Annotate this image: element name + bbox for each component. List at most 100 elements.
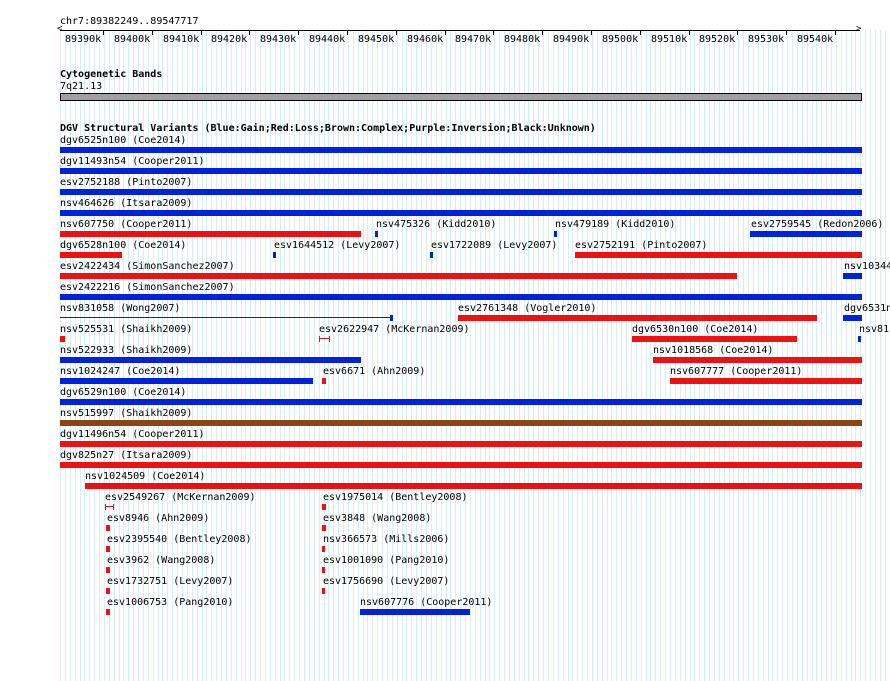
variant-bar-loss[interactable] <box>60 231 361 237</box>
grid-line <box>787 30 788 681</box>
variant-bar-loss[interactable] <box>322 525 326 531</box>
variant-label[interactable]: nsv525531 (Shaikh2009) <box>60 324 192 335</box>
variant-bar-loss[interactable] <box>106 567 110 573</box>
grid-line <box>641 30 642 681</box>
variant-bar-loss[interactable] <box>632 336 797 342</box>
variant-label[interactable]: dgv825n27 (Itsara2009) <box>60 450 192 461</box>
variant-label[interactable]: esv3848 (Wang2008) <box>323 513 431 524</box>
variant-bar-loss[interactable] <box>60 336 65 342</box>
ruler-tick-label: 89390k <box>65 34 102 45</box>
variant-label[interactable]: nsv81 <box>859 324 889 335</box>
variant-label[interactable]: nsv1024247 (Coe2014) <box>60 366 180 377</box>
variant-bar-gain[interactable] <box>60 378 313 384</box>
variant-bar-loss[interactable] <box>322 504 326 510</box>
variant-label[interactable]: esv2622947 (McKernan2009) <box>319 324 470 335</box>
variant-label[interactable]: nsv1018568 (Coe2014) <box>653 345 773 356</box>
variant-bar-gain[interactable] <box>60 399 862 405</box>
grid-line <box>636 30 637 681</box>
variant-bar-gain[interactable] <box>750 231 862 237</box>
variant-bar-gain[interactable] <box>843 315 862 321</box>
variant-label[interactable]: dgv6530n100 (Coe2014) <box>632 324 758 335</box>
variant-bar-loss[interactable] <box>575 252 862 258</box>
variant-label[interactable]: esv2752188 (Pinto2007) <box>60 177 192 188</box>
variant-bar-loss[interactable] <box>458 315 817 321</box>
variant-label[interactable]: esv1975014 (Bentley2008) <box>323 492 468 503</box>
variant-bar-loss[interactable] <box>653 357 862 363</box>
variant-bar-gain[interactable] <box>60 357 361 363</box>
cytoband-bar[interactable] <box>60 93 862 101</box>
variant-label[interactable]: nsv1024509 (Coe2014) <box>85 471 205 482</box>
variant-bar-loss[interactable] <box>106 609 110 615</box>
grid-line <box>611 30 612 681</box>
variant-label[interactable]: esv1756690 (Levy2007) <box>323 576 449 587</box>
variant-bar-complex[interactable] <box>60 420 862 426</box>
variant-bar-loss[interactable] <box>60 462 862 468</box>
variant-bar-loss[interactable] <box>60 441 862 447</box>
variant-bar-loss[interactable] <box>106 546 110 552</box>
variant-label[interactable]: esv2759545 (Redon2006) <box>751 219 883 230</box>
variant-bar-gain[interactable] <box>60 189 862 195</box>
variant-label[interactable]: esv2422434 (SimonSanchez2007) <box>60 261 235 272</box>
variant-bar-loss[interactable] <box>322 567 325 573</box>
variant-bar-gain[interactable] <box>60 317 392 318</box>
variant-bar-loss[interactable] <box>60 252 122 258</box>
variant-bar-gain[interactable] <box>273 252 276 258</box>
variant-bar-gain[interactable] <box>375 231 378 237</box>
variant-bar-gain[interactable] <box>858 336 861 342</box>
variant-label[interactable]: dgv11493n54 (Cooper2011) <box>60 156 205 167</box>
variant-label[interactable]: nsv607777 (Cooper2011) <box>670 366 802 377</box>
variant-label[interactable]: esv2752191 (Pinto2007) <box>575 240 707 251</box>
variant-bar-loss[interactable] <box>322 588 325 594</box>
variant-label[interactable]: esv2422216 (SimonSanchez2007) <box>60 282 235 293</box>
variant-label[interactable]: nsv366573 (Mills2006) <box>323 534 449 545</box>
ruler-tick <box>396 30 397 35</box>
variant-label[interactable]: esv3962 (Wang2008) <box>107 555 215 566</box>
variant-label[interactable]: esv1732751 (Levy2007) <box>107 576 233 587</box>
variant-bar-loss[interactable] <box>670 378 862 384</box>
variant-label[interactable]: nsv607776 (Cooper2011) <box>360 597 492 608</box>
variant-bar-loss[interactable] <box>322 546 325 552</box>
variant-bar-gain[interactable] <box>60 168 862 174</box>
variant-bar-gain[interactable] <box>60 210 862 216</box>
ruler-tick <box>249 30 250 35</box>
variant-bar-end[interactable] <box>390 315 393 321</box>
variant-label[interactable]: dgv6528n100 (Coe2014) <box>60 240 186 251</box>
variant-bar-gain[interactable] <box>360 609 470 615</box>
variant-label[interactable]: dgv6529n100 (Coe2014) <box>60 387 186 398</box>
variant-label[interactable]: dgv11496n54 (Cooper2011) <box>60 429 205 440</box>
variant-label[interactable]: esv2395540 (Bentley2008) <box>107 534 252 545</box>
variant-bar-gain[interactable] <box>60 147 862 153</box>
variant-bar-loss[interactable] <box>85 483 862 489</box>
variant-label[interactable]: nsv479189 (Kidd2010) <box>555 219 675 230</box>
ruler-tick-label: 89470k <box>455 34 492 45</box>
variant-label[interactable]: esv8946 (Ahn2009) <box>107 513 209 524</box>
variant-label[interactable]: esv1722089 (Levy2007) <box>431 240 557 251</box>
variant-label[interactable]: esv2761348 (Vogler2010) <box>458 303 596 314</box>
variant-label[interactable]: dgv6525n100 (Coe2014) <box>60 135 186 146</box>
variant-label[interactable]: nsv831058 (Wong2007) <box>60 303 180 314</box>
variant-label[interactable]: nsv10344 <box>844 261 890 272</box>
variant-bar-gain[interactable] <box>843 273 862 279</box>
variant-label[interactable]: esv1001090 (Pang2010) <box>323 555 449 566</box>
variant-label[interactable]: nsv522933 (Shaikh2009) <box>60 345 192 356</box>
ruler-tick-label: 89460k <box>407 34 444 45</box>
variant-label[interactable]: nsv464626 (Itsara2009) <box>60 198 192 209</box>
variant-label[interactable]: esv1006753 (Pang2010) <box>107 597 233 608</box>
variant-bar-loss[interactable] <box>60 273 737 279</box>
variant-label[interactable]: esv2549267 (McKernan2009) <box>105 492 256 503</box>
variant-bar-gain[interactable] <box>554 231 557 237</box>
grid-line <box>816 30 817 681</box>
grid-line <box>782 30 783 681</box>
variant-label[interactable]: esv1644512 (Levy2007) <box>274 240 400 251</box>
variant-label[interactable]: nsv607750 (Cooper2011) <box>60 219 192 230</box>
variant-bar-loss[interactable] <box>106 525 110 531</box>
variant-bar-loss[interactable] <box>106 588 110 594</box>
variant-label[interactable]: nsv515997 (Shaikh2009) <box>60 408 192 419</box>
variant-label[interactable]: nsv475326 (Kidd2010) <box>376 219 496 230</box>
variant-bar-gain[interactable] <box>60 294 862 300</box>
variant-bar-loss[interactable] <box>322 378 326 384</box>
variant-bar-gain[interactable] <box>430 252 433 258</box>
variant-label[interactable]: esv6671 (Ahn2009) <box>323 366 425 377</box>
variant-label[interactable]: dgv6531n <box>844 303 890 314</box>
grid-line <box>851 30 852 681</box>
